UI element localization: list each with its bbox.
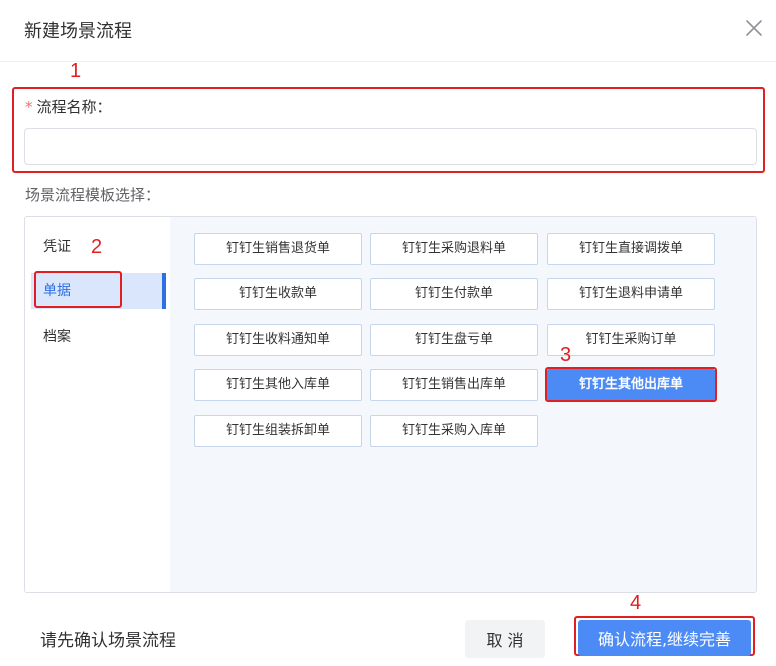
nav-item-document[interactable]: 单据 — [31, 273, 166, 309]
annotation-number-1: 1 — [70, 60, 82, 82]
annotation-number-4: 4 — [630, 592, 642, 614]
required-mark: * — [25, 98, 33, 116]
template-button-selected[interactable]: 钉钉生其他出库单 — [547, 369, 715, 401]
category-nav: 凭证 单据 档案 — [25, 217, 170, 592]
annotation-number-3: 3 — [560, 344, 572, 366]
dialog-title: 新建场景流程 — [24, 21, 132, 42]
confirm-button[interactable]: 确认流程,继续完善 — [578, 620, 751, 656]
footer-hint: 请先确认场景流程 — [40, 631, 176, 651]
template-grid: 钉钉生销售退货单 钉钉生采购退料单 钉钉生直接调拨单 钉钉生收款单 钉钉生付款单… — [170, 217, 756, 592]
template-button[interactable]: 钉钉生销售出库单 — [370, 369, 538, 401]
dialog-header: 新建场景流程 — [0, 0, 776, 62]
template-button[interactable]: 钉钉生其他入库单 — [194, 369, 362, 401]
template-button[interactable]: 钉钉生收料通知单 — [194, 324, 362, 356]
cancel-button[interactable]: 取 消 — [465, 620, 545, 658]
template-button[interactable]: 钉钉生采购订单 — [547, 324, 715, 356]
name-label-text: 流程名称： — [36, 98, 112, 116]
template-button[interactable]: 钉钉生销售退货单 — [194, 233, 362, 265]
template-button[interactable]: 钉钉生组装拆卸单 — [194, 415, 362, 447]
template-button[interactable]: 钉钉生直接调拨单 — [547, 233, 715, 265]
template-button[interactable]: 钉钉生采购入库单 — [370, 415, 538, 447]
template-select-label: 场景流程模板选择： — [25, 186, 161, 204]
template-button[interactable]: 钉钉生盘亏单 — [370, 324, 538, 356]
template-button[interactable]: 钉钉生采购退料单 — [370, 233, 538, 265]
template-panel: 凭证 单据 档案 钉钉生销售退货单 钉钉生采购退料单 钉钉生直接调拨单 钉钉生收… — [24, 216, 757, 593]
nav-item-label: 档案 — [43, 329, 71, 345]
annotation-number-2: 2 — [91, 236, 103, 258]
close-icon[interactable] — [742, 16, 766, 40]
nav-item-label: 单据 — [43, 283, 71, 299]
nav-item-label: 凭证 — [43, 239, 71, 255]
template-button[interactable]: 钉钉生退料申请单 — [547, 278, 715, 310]
template-button[interactable]: 钉钉生付款单 — [370, 278, 538, 310]
template-button[interactable]: 钉钉生收款单 — [194, 278, 362, 310]
process-name-input[interactable] — [24, 128, 757, 165]
name-field-label: * 流程名称： — [25, 96, 112, 117]
nav-item-archive[interactable]: 档案 — [31, 319, 164, 355]
